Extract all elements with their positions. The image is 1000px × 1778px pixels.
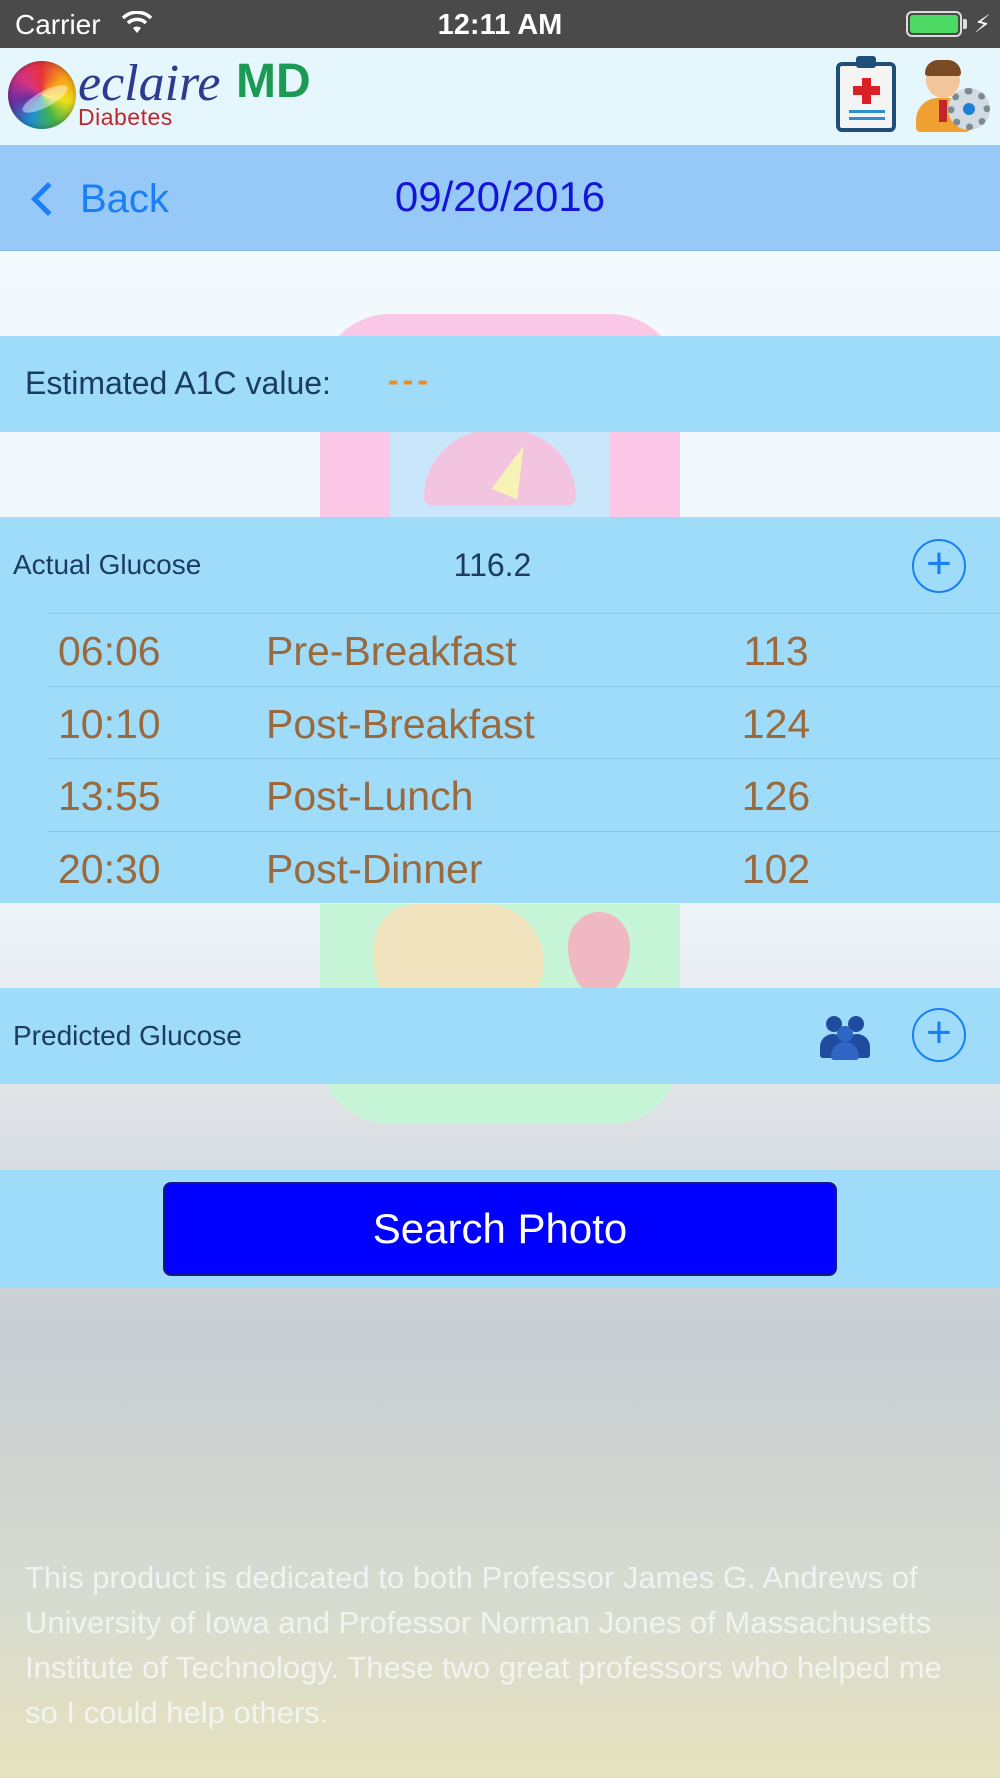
doctor-settings-icon[interactable] <box>914 58 990 134</box>
reading-row[interactable]: 06:06 Pre-Breakfast 113 <box>0 613 1000 686</box>
reading-row[interactable]: 10:10 Post-Breakfast 124 <box>0 685 1000 759</box>
logo-md: MD <box>236 55 311 108</box>
clock: 12:11 AM <box>437 9 563 41</box>
clipboard-medical-icon[interactable] <box>836 56 896 132</box>
reading-value: 113 <box>743 628 809 674</box>
dedication-text: This product is dedicated to both Profes… <box>25 1560 942 1730</box>
search-photo-row: Search Photo <box>0 1170 1000 1288</box>
reading-time: 13:55 <box>58 773 161 819</box>
chevron-left-icon <box>31 182 65 216</box>
logo-subtitle: Diabetes <box>78 104 173 130</box>
a1c-value: --- <box>388 362 432 398</box>
reading-row[interactable]: 13:55 Post-Lunch 126 <box>0 758 1000 831</box>
battery-nub <box>963 19 967 29</box>
reading-label: Post-Breakfast <box>266 700 535 747</box>
reading-time: 20:30 <box>58 845 161 892</box>
a1c-row: Estimated A1C value: --- <box>0 336 1000 432</box>
search-photo-button[interactable]: Search Photo <box>163 1182 837 1276</box>
status-bar: Carrier 12:11 AM ⚡ <box>0 0 1000 48</box>
battery-fill <box>910 15 958 33</box>
battery-icon <box>906 11 962 37</box>
gear-icon <box>948 88 990 130</box>
reading-time: 06:06 <box>58 628 161 674</box>
readings-list: 06:06 Pre-Breakfast 113 10:10 Post-Break… <box>0 613 1000 903</box>
actual-glucose-section: Actual Glucose 116.2 + 06:06 Pre-Breakfa… <box>0 517 1000 903</box>
reading-value: 126 <box>741 773 811 819</box>
reading-value: 102 <box>741 845 811 892</box>
predicted-glucose-label: Predicted Glucose <box>13 1020 242 1051</box>
logo-icon <box>8 61 76 129</box>
reading-time: 10:10 <box>58 700 161 747</box>
users-group-icon[interactable] <box>818 1014 872 1060</box>
actual-glucose-value: 116.2 <box>453 547 532 583</box>
back-label: Back <box>80 176 169 221</box>
reading-value: 124 <box>741 700 811 747</box>
reading-row[interactable]: 20:30 Post-Dinner 102 <box>0 830 1000 904</box>
add-predicted-glucose-button[interactable]: + <box>912 1008 966 1062</box>
charging-bolt-icon: ⚡ <box>974 11 991 38</box>
app-header: eclaire MD Diabetes <box>0 48 1000 145</box>
reading-label: Post-Lunch <box>266 773 474 819</box>
reading-label: Post-Dinner <box>266 845 483 892</box>
a1c-label: Estimated A1C value: <box>25 365 331 401</box>
predicted-glucose-row: Predicted Glucose + <box>0 988 1000 1084</box>
nav-bar: Back 09/20/2016 <box>0 145 1000 251</box>
reading-label: Pre-Breakfast <box>266 628 517 674</box>
add-actual-glucose-button[interactable]: + <box>912 539 966 593</box>
back-button[interactable]: Back <box>26 171 169 227</box>
